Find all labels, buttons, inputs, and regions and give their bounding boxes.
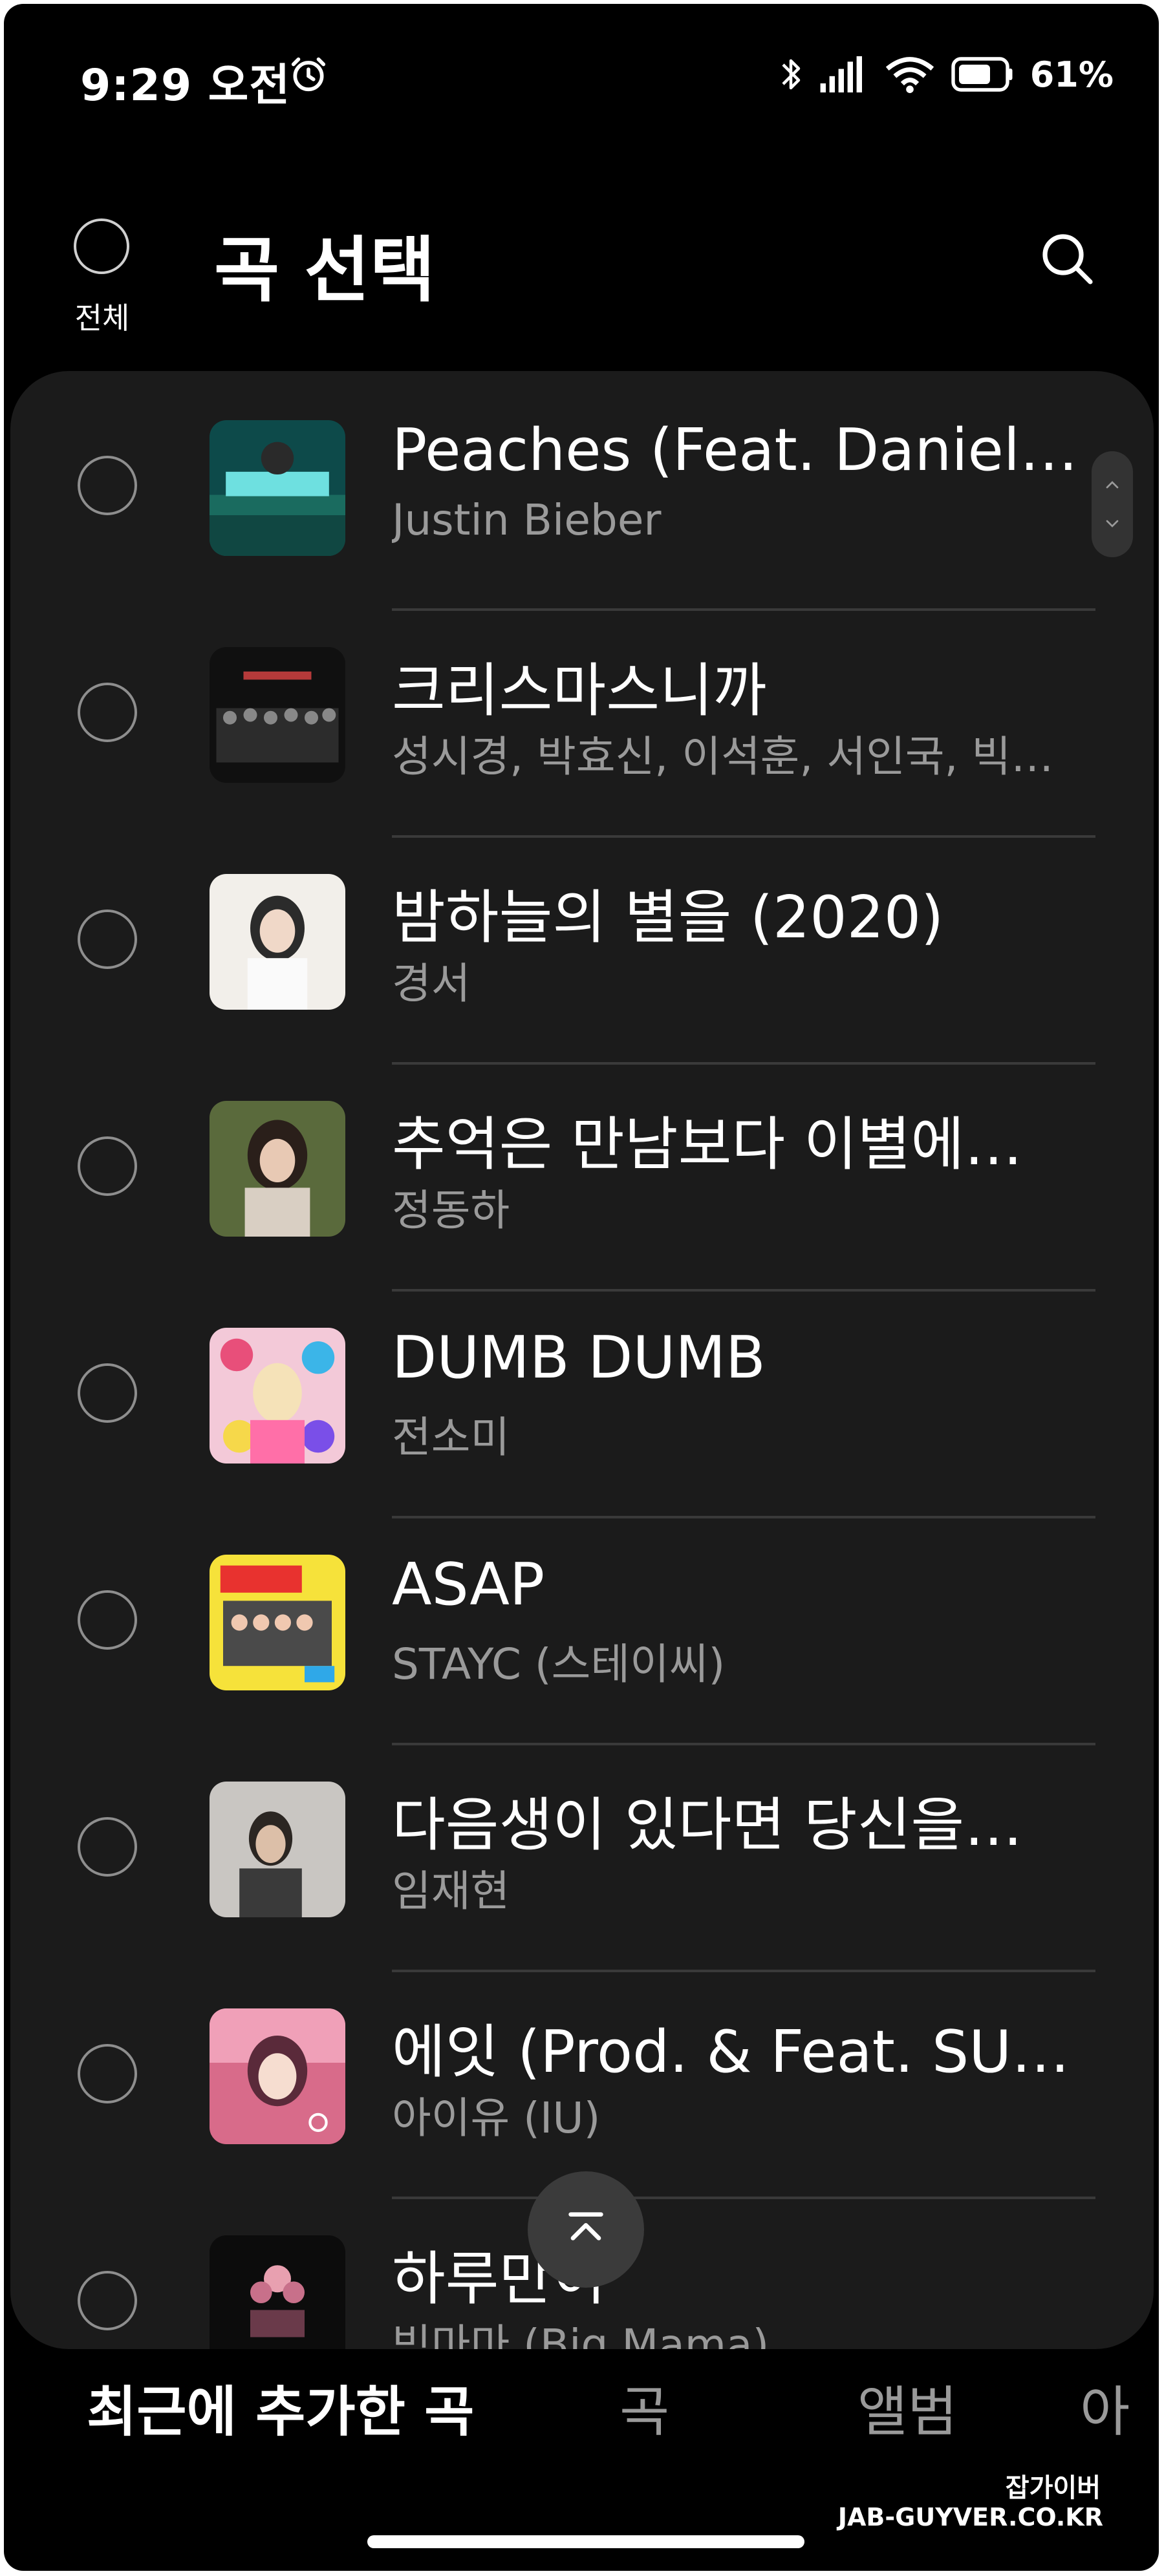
song-checkbox[interactable]	[78, 683, 137, 742]
album-art	[210, 2235, 345, 2349]
page-title: 곡 선택	[214, 229, 435, 312]
song-title: DUMB DUMB	[392, 1324, 766, 1392]
status-bar: 9:29 오전 61%	[4, 4, 1159, 153]
select-all-checkbox[interactable]	[74, 218, 129, 274]
song-checkbox[interactable]	[78, 1590, 137, 1650]
song-row[interactable]: 밤하늘의 별을 (2020) 경서	[10, 838, 1154, 1065]
album-art	[210, 420, 345, 556]
select-all-label: 전체	[74, 301, 130, 335]
wifi-icon	[885, 57, 934, 93]
song-artist: 정동하	[392, 1186, 510, 1235]
song-row[interactable]: ASAP STAYC (스테이씨)	[10, 1518, 1154, 1745]
tab-bar: 최근에 추가한 곡 곡 앨범 아	[4, 2350, 1159, 2480]
tab-songs[interactable]: 곡	[620, 2368, 669, 2447]
signal-icon	[820, 56, 862, 92]
song-checkbox[interactable]	[78, 910, 137, 969]
song-row[interactable]: DUMB DUMB 전소미	[10, 1292, 1154, 1518]
song-title: 하루만이	[392, 2245, 607, 2313]
album-art	[210, 874, 345, 1010]
song-title: 크리스마스니까	[392, 657, 767, 725]
album-art	[210, 1555, 345, 1690]
song-title: 다음생이 있다면 당신을…	[392, 1791, 1023, 1859]
phone-screen: 9:29 오전 61% 전체 곡 선택 Peaches (Feat. Danie…	[4, 4, 1159, 2571]
song-title: 밤하늘의 별을 (2020)	[392, 884, 944, 952]
search-icon[interactable]	[1036, 228, 1098, 290]
album-art	[210, 647, 345, 783]
chevron-up-icon	[1106, 481, 1119, 489]
song-artist: 임재현	[392, 1866, 510, 1916]
tab-recently-added[interactable]: 최근에 추가한 곡	[87, 2368, 474, 2447]
song-row[interactable]: 크리스마스니까 성시경, 박효신, 이석훈, 서인국, 빅…	[10, 611, 1154, 838]
song-checkbox[interactable]	[78, 2271, 137, 2330]
bluetooth-icon	[782, 59, 800, 90]
song-artist: 전소미	[392, 1412, 510, 1462]
watermark-domain: JAB-GUYVER.CO.KR	[837, 2503, 1103, 2531]
fast-scroll-handle[interactable]	[1092, 451, 1133, 557]
song-row[interactable]: 에잇 (Prod. & Feat. SU… 아이유 (IU)	[10, 1972, 1154, 2199]
song-title: ASAP	[392, 1551, 545, 1619]
song-list[interactable]: Peaches (Feat. Daniel… Justin Bieber 크리스…	[10, 371, 1154, 2349]
song-row[interactable]: 추억은 만남보다 이별에… 정동하	[10, 1065, 1154, 1292]
song-checkbox[interactable]	[78, 1817, 137, 1877]
song-title: 에잇 (Prod. & Feat. SU…	[392, 2018, 1070, 2086]
arrow-up-to-top-icon	[568, 2212, 603, 2241]
battery-percent: 61%	[1029, 54, 1114, 95]
song-artist: 빅마마 (Big Mama)	[392, 2320, 770, 2349]
song-checkbox[interactable]	[78, 2044, 137, 2103]
home-indicator[interactable]	[367, 2535, 804, 2548]
tab-albums[interactable]: 앨범	[857, 2368, 958, 2447]
song-row[interactable]: Peaches (Feat. Daniel… Justin Bieber	[10, 384, 1154, 611]
song-row[interactable]: 다음생이 있다면 당신을… 임재현	[10, 1745, 1154, 1972]
song-artist: 아이유 (IU)	[392, 2093, 601, 2143]
alarm-icon	[291, 57, 326, 92]
song-artist: 성시경, 박효신, 이석훈, 서인국, 빅…	[392, 732, 1054, 782]
song-checkbox[interactable]	[78, 456, 137, 515]
album-art	[210, 1328, 345, 1464]
scroll-to-top-button[interactable]	[528, 2171, 644, 2288]
album-art	[210, 1782, 345, 1917]
song-artist: 경서	[392, 959, 471, 1008]
chevron-down-icon	[1106, 520, 1119, 527]
song-checkbox[interactable]	[78, 1363, 137, 1423]
watermark-text: 잡가이버	[1005, 2473, 1101, 2503]
song-title: Peaches (Feat. Daniel…	[392, 416, 1078, 484]
album-art	[210, 1101, 345, 1237]
album-art	[210, 2008, 345, 2144]
song-artist: Justin Bieber	[392, 495, 662, 545]
status-time: 9:29 오전	[80, 60, 290, 111]
battery-icon	[951, 57, 1013, 92]
song-artist: STAYC (스테이씨)	[392, 1639, 726, 1689]
header: 전체 곡 선택	[4, 198, 1159, 359]
song-title: 추억은 만남보다 이별에…	[392, 1111, 1023, 1178]
song-checkbox[interactable]	[78, 1136, 137, 1196]
tab-artists[interactable]: 아	[1080, 2368, 1130, 2447]
